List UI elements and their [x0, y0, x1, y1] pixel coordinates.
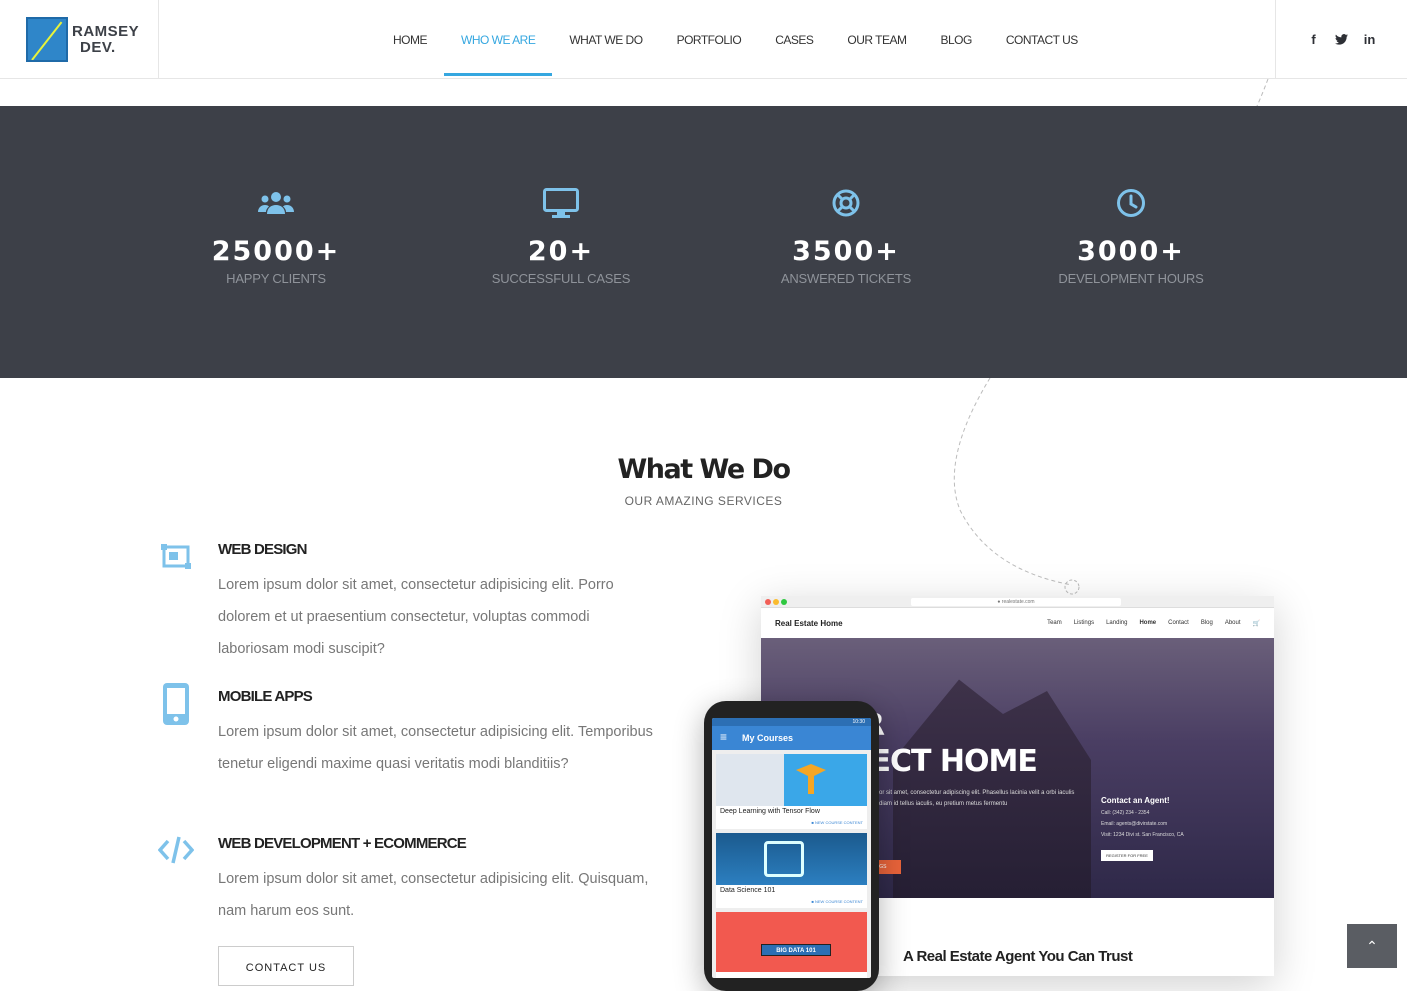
stat-label: DEVELOPMENT HOURS: [1058, 271, 1204, 286]
logo-mark-icon: [26, 17, 68, 62]
mockup-hero-desc: or sit amet, consectetur adipiscing elit…: [879, 790, 1075, 807]
maximize-dot-icon: [781, 599, 787, 605]
mockup-link: Home: [1139, 619, 1157, 626]
mockup-site-nav: Real Estate Home Team Listings Landing H…: [761, 608, 1274, 638]
phone-app-bar: My Courses: [712, 726, 871, 750]
stat-label: SUCCESSFULL CASES: [491, 271, 631, 286]
stat-value: 3000+: [1077, 236, 1185, 267]
logo-text: RAMSEY DEV.: [72, 22, 140, 56]
service-description: Lorem ipsum dolor sit amet, consectetur …: [218, 724, 653, 772]
linkedin-icon[interactable]: in: [1363, 32, 1377, 47]
nav-who-we-are[interactable]: WHO WE ARE: [444, 0, 553, 79]
nav-blog[interactable]: BLOG: [924, 0, 989, 79]
agent-line: Call: (342) 234 - 2354: [1101, 810, 1150, 816]
atom-monitor-icon: [764, 841, 804, 877]
tensorflow-logo-icon: [796, 764, 826, 794]
stat-value: 20+: [527, 236, 595, 267]
big-data-image: [716, 912, 867, 972]
users-icon: [146, 186, 406, 220]
stat-successful-cases: 20+ SUCCESSFULL CASES: [431, 186, 691, 286]
cart-icon: 🛒: [1252, 620, 1260, 627]
course-card: BIG DATA 101: [716, 912, 867, 978]
nav-portfolio[interactable]: PORTFOLIO: [660, 0, 759, 79]
nav-our-team[interactable]: OUR TEAM: [830, 0, 923, 79]
site-header: RAMSEY DEV. HOME WHO WE ARE WHAT WE DO P…: [0, 0, 1407, 79]
mobile-icon: [158, 683, 194, 728]
course-card: Data Science 101 ■ NEW COURSE CONTENT: [716, 833, 867, 908]
course-tag: ■ NEW COURSE CONTENT: [811, 899, 863, 904]
logo-text-line-1: RAMSEY: [72, 22, 140, 40]
logo-text-line-2: DEV.: [80, 38, 116, 56]
service-description: Lorem ipsum dolor sit amet, consectetur …: [218, 577, 614, 657]
twitter-icon[interactable]: [1335, 33, 1349, 47]
data-science-image: [716, 833, 867, 885]
stat-value: 25000+: [211, 236, 341, 267]
agent-button: REGISTER FOR FREE: [1101, 850, 1153, 861]
contact-us-button[interactable]: CONTACT US: [218, 946, 354, 986]
chevron-up-icon: ⌃: [1366, 937, 1378, 954]
mockup-link: Team: [1047, 619, 1062, 626]
mockup-agent-box: Contact an Agent! Call: (342) 234 - 2354…: [1101, 796, 1211, 861]
nav-what-we-do[interactable]: WHAT WE DO: [552, 0, 659, 79]
browser-bar: ● realestate.com: [761, 596, 1274, 608]
brain-tensorflow-image: [716, 754, 867, 806]
mockup-link: Blog: [1200, 619, 1213, 626]
back-to-top-button[interactable]: ⌃: [1347, 924, 1397, 968]
nav-cases[interactable]: CASES: [758, 0, 830, 79]
service-title: WEB DEVELOPMENT + ECOMMERCE: [218, 835, 467, 852]
mockup-trust-heading: A Real Estate Agent You Can Trust: [903, 948, 1133, 965]
mockup-link: About: [1224, 619, 1241, 626]
course-title: Data Science 101: [720, 887, 776, 894]
mockup-site-links: Team Listings Landing Home Contact Blog …: [1047, 620, 1260, 627]
stat-development-hours: 3000+ DEVELOPMENT HOURS: [1001, 186, 1261, 286]
service-title: WEB DESIGN: [218, 541, 307, 558]
stat-label: HAPPY CLIENTS: [226, 271, 326, 286]
agent-line: Visit: 1234 Divi st. San Francisco, CA: [1101, 832, 1184, 838]
minimize-dot-icon: [773, 599, 779, 605]
close-dot-icon: [765, 599, 771, 605]
course-title: BIG DATA 101: [761, 944, 831, 956]
main-nav: HOME WHO WE ARE WHAT WE DO PORTFOLIO CAS…: [376, 0, 1095, 79]
course-title: Deep Learning with Tensor Flow: [720, 808, 820, 815]
web-design-icon: [158, 541, 194, 581]
stats-band: 25000+ HAPPY CLIENTS 20+ SUCCESSFULL CAS…: [0, 106, 1407, 378]
phone-mockup-image: 10:30 My Courses Deep Learning with Tens…: [704, 701, 879, 991]
mockup-link: Contact: [1168, 619, 1189, 626]
section-subtitle: OUR AMAZING SERVICES: [624, 494, 783, 508]
phone-screen: 10:30 My Courses Deep Learning with Tens…: [712, 718, 871, 978]
agent-title: Contact an Agent!: [1101, 796, 1170, 805]
house-image: [893, 679, 1091, 898]
mockup-site-logo: Real Estate Home: [775, 618, 843, 628]
logo[interactable]: RAMSEY DEV.: [0, 0, 159, 79]
stat-happy-clients: 25000+ HAPPY CLIENTS: [146, 186, 406, 286]
course-tag: ■ NEW COURSE CONTENT: [811, 820, 863, 825]
course-card: Deep Learning with Tensor Flow ■ NEW COU…: [716, 754, 867, 829]
section-title: What We Do: [617, 454, 791, 485]
code-icon: [158, 835, 194, 875]
nav-home[interactable]: HOME: [376, 0, 444, 79]
nav-contact-us[interactable]: CONTACT US: [989, 0, 1095, 79]
monitor-icon: [431, 186, 691, 220]
phone-status-bar: 10:30: [712, 718, 871, 726]
lifebuoy-icon: [716, 186, 976, 220]
stat-answered-tickets: 3500+ ANSWERED TICKETS: [716, 186, 976, 286]
service-title: MOBILE APPS: [218, 688, 313, 705]
service-description: Lorem ipsum dolor sit amet, consectetur …: [218, 871, 649, 919]
clock-icon: [1001, 186, 1261, 220]
stat-value: 3500+: [792, 236, 900, 267]
social-links: f in: [1275, 0, 1407, 79]
mockup-link: Listings: [1073, 619, 1095, 626]
stat-label: ANSWERED TICKETS: [780, 271, 912, 286]
browser-url: ● realestate.com: [911, 598, 1121, 606]
facebook-icon[interactable]: f: [1307, 32, 1321, 47]
agent-line: Email: agents@divirstate.com: [1101, 821, 1168, 827]
mockup-link: Landing: [1106, 619, 1128, 626]
